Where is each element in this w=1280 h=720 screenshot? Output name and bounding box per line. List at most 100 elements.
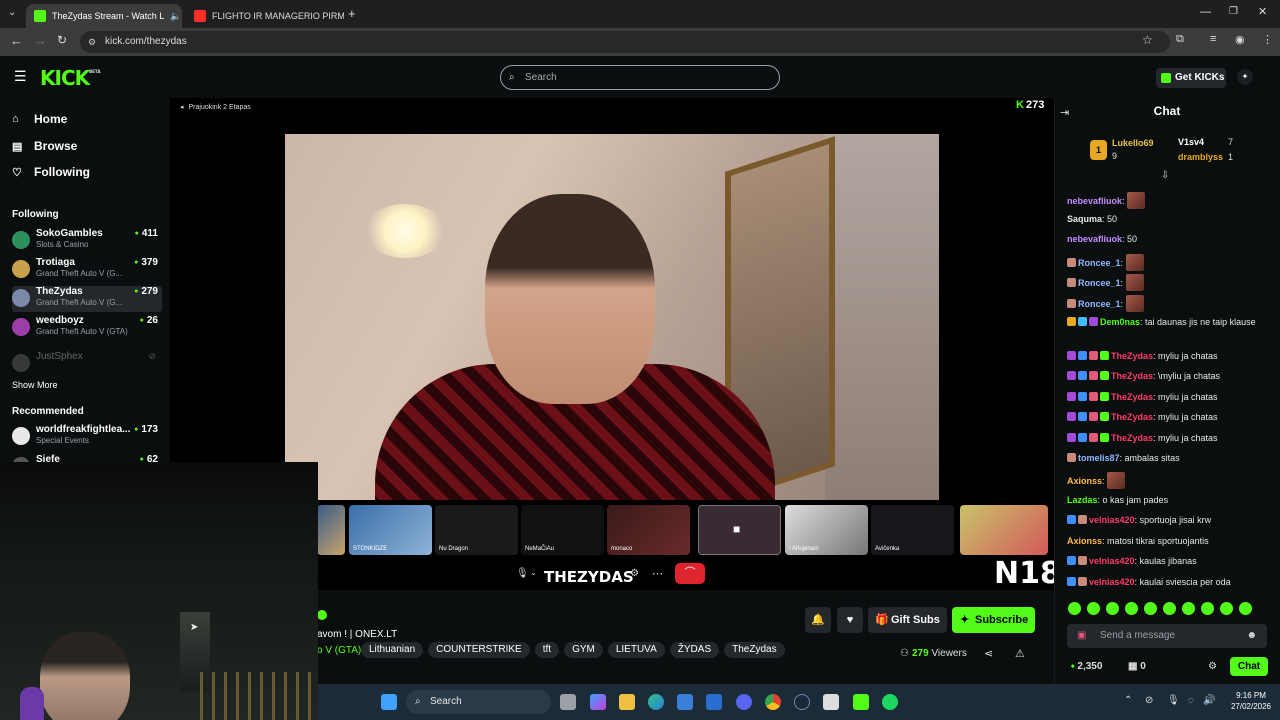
nav-browse[interactable]: ▤ Browse [12,139,77,153]
minimize-icon[interactable]: — [1200,6,1211,18]
tab-flighto[interactable]: FLIGHTO IR MANAGERIO PIRM ✕ [186,4,344,28]
new-tab-icon[interactable]: + [348,6,356,21]
participant-tile[interactable]: ■ [698,505,781,555]
gift-subs-button[interactable]: 🎁 Gift Subs [868,607,947,633]
show-more-link[interactable]: Show More [12,380,58,390]
following-channel-trotiaga[interactable]: Trotiaga Grand Theft Auto V (G... 379 [12,257,162,283]
kick-logo[interactable]: KICKBETA [40,66,100,90]
emote-icon[interactable] [1087,602,1100,615]
chrome-icon[interactable] [765,694,781,710]
app-icon[interactable] [823,694,839,710]
wifi-icon[interactable]: ◌ [1188,695,1194,706]
chat-username[interactable]: velnias420 [1089,577,1135,587]
participant-tile[interactable]: STONKIDZE [349,505,432,555]
participant-tile[interactable] [960,505,1048,555]
mic-icon[interactable]: 🎙 [516,568,529,579]
windows-start-icon[interactable] [381,694,397,710]
participant-tile[interactable]: ! Ahujenas! [785,505,868,555]
chat-username[interactable]: Saquma [1067,214,1102,224]
emote-icon[interactable] [1068,602,1081,615]
tag-chip[interactable]: tft [534,642,560,658]
back-icon[interactable]: ← [10,33,23,48]
notification-bell-button[interactable]: 🔔 [805,607,831,633]
tray-icon[interactable]: ⊘ [1145,695,1153,706]
following-channel-sokogambles[interactable]: SokoGambles Slots & Casino 411 [12,228,162,254]
chat-username[interactable]: velnias420 [1089,556,1135,566]
extensions-icon[interactable]: ⧉ [1176,33,1184,46]
share-icon[interactable]: ⋖ [984,647,993,660]
emote-icon[interactable] [1125,602,1138,615]
following-channel-justsphex[interactable]: JustSphex ⊘ [12,351,162,377]
emote-icon[interactable] [1220,602,1233,615]
task-view-icon[interactable] [560,694,576,710]
tag-chip[interactable]: TheZydas [724,642,785,658]
chat-username[interactable]: TheZydas [1111,412,1153,422]
discord-icon[interactable] [736,694,752,710]
tag-chip[interactable]: LIETUVA [607,642,665,658]
gift-count[interactable]: ▦ 0 [1128,661,1146,672]
url-field[interactable]: ⚙ kick.com/thezydas [80,31,1170,53]
media-icon[interactable]: ≡ [1210,33,1216,45]
search-input[interactable]: ⌕ Search [500,65,780,90]
tag-chip[interactable]: ŽYDAS [669,642,720,658]
chat-username[interactable]: TheZydas [1111,433,1153,443]
tray-icon[interactable]: 🎙 [1167,695,1180,706]
bookmark-star-icon[interactable]: ☆ [1142,33,1153,47]
nav-home[interactable]: ⌂ Home [12,112,67,126]
user-avatar-icon[interactable]: ✦ [1237,69,1253,85]
subscribe-button[interactable]: ✦ Subscribe [952,607,1035,633]
copilot-icon[interactable] [590,694,606,710]
pinned-toggle-icon[interactable]: ⇩ [1161,170,1169,181]
tag-chip[interactable]: Lithuanian [361,642,424,658]
tray-overflow-icon[interactable]: ⌃ [1124,695,1132,706]
tag-chip[interactable]: COUNTERSTRIKE [428,642,530,658]
hamburger-menu-icon[interactable]: ☰ [14,68,27,85]
leader-name[interactable]: dramblyss [1178,152,1223,162]
taskbar-search[interactable]: ⌕ Search [406,690,551,714]
edge-icon[interactable] [648,694,664,710]
emote-icon[interactable] [1201,602,1214,615]
volume-tray-icon[interactable]: 🔊 [1203,695,1215,706]
taskbar-clock[interactable]: 9:16 PM 27/02/2026 [1225,690,1277,712]
restore-icon[interactable]: ❐ [1229,6,1238,17]
nav-following[interactable]: ♡ Following [12,165,90,179]
get-kicks-button[interactable]: Get KICKs [1156,68,1226,88]
chat-username[interactable]: Roncee_1 [1078,299,1121,309]
leader-name[interactable]: V1sv4 [1178,137,1204,147]
chat-send-button[interactable]: Chat [1230,657,1268,676]
channel-points[interactable]: ⬩ 2,350 [1071,661,1102,672]
chat-username[interactable]: Dem0nas [1100,317,1140,327]
tab-search-icon[interactable]: ⌄ [8,7,16,18]
stream-category[interactable]: o V (GTA) [317,645,361,656]
send-message-input[interactable]: ▣ Send a message ☻ [1067,624,1267,648]
chat-username[interactable]: Roncee_1 [1078,278,1121,288]
participant-tile[interactable]: Nu Dragon [435,505,518,555]
menu-dots-icon[interactable]: ⋮ [1262,33,1273,46]
chat-username[interactable]: velnias420 [1089,515,1135,525]
emote-icon[interactable] [1163,602,1176,615]
tag-chip[interactable]: GYM [564,642,603,658]
follow-heart-button[interactable]: ♥ [837,607,863,633]
chat-settings-icon[interactable]: ⚙ [1208,661,1217,672]
emote-icon[interactable] [1106,602,1119,615]
spotify-icon[interactable] [882,694,898,710]
leader-name[interactable]: Lukello69 [1112,138,1154,148]
chat-username[interactable]: TheZydas [1111,392,1153,402]
chat-username[interactable]: Axionss [1067,536,1102,546]
emoji-picker-icon[interactable]: ☻ [1246,624,1257,648]
following-channel-thezydas[interactable]: TheZydas Grand Theft Auto V (G... 279 [12,286,162,312]
chat-username[interactable]: TheZydas [1111,351,1153,361]
recommended-channel-worldfreakfight[interactable]: worldfreakfightlea... Special Events 173 [12,424,162,450]
steam-icon[interactable] [794,694,810,710]
participant-tile[interactable] [317,505,345,555]
site-info-icon[interactable]: ⚙ [88,31,96,53]
following-channel-weedboyz[interactable]: weedboyz Grand Theft Auto V (GTA) 26 [12,315,162,341]
settings-icon[interactable]: ⚙ [630,568,639,579]
file-explorer-icon[interactable] [619,694,635,710]
emote-icon[interactable] [1182,602,1195,615]
outlook-icon[interactable] [706,694,722,710]
kick-app-icon[interactable] [853,694,869,710]
emote-icon[interactable] [1144,602,1157,615]
tab-thezydas[interactable]: TheZydas Stream - Watch L 🔈 ✕ [26,4,182,28]
reload-icon[interactable]: ↻ [57,33,67,47]
